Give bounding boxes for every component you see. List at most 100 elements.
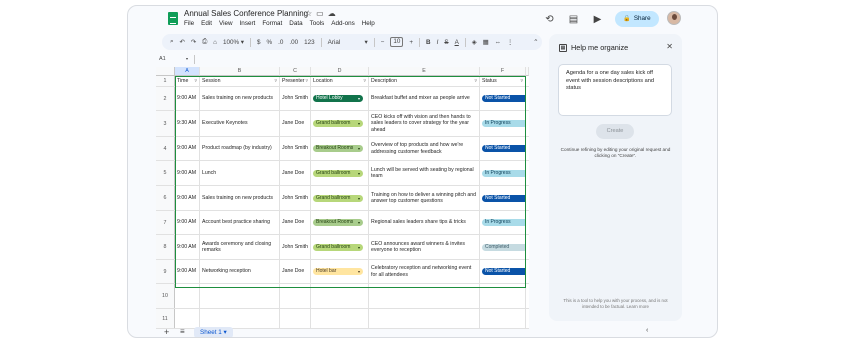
cell-session[interactable]: Awards ceremony and closing remarks	[200, 235, 280, 259]
column-header-b[interactable]: B	[200, 67, 280, 76]
header-cell-location[interactable]: Location ▿	[311, 76, 369, 86]
collapse-panel-icon[interactable]: ‹	[646, 327, 648, 334]
status-chip[interactable]: Not Started▾	[482, 268, 525, 275]
cell-session[interactable]: Product roadmap (by industry)	[200, 137, 280, 160]
cell-location[interactable]: Grand ballroom ▾	[311, 161, 369, 185]
cell-description[interactable]: Training on how to deliver a winning pit…	[369, 186, 480, 210]
cell-presenter[interactable]: John Smith	[280, 87, 311, 110]
cell-description[interactable]: CEO announces award winners & invites ev…	[369, 235, 480, 259]
cell-location[interactable]: Hotel Lobby ▾	[311, 87, 369, 110]
menu-data[interactable]: Data	[289, 20, 302, 27]
cell-presenter[interactable]: Jane Doe	[280, 161, 311, 185]
cell-description[interactable]: Celebratory reception and networking eve…	[369, 260, 480, 283]
number-format-button[interactable]: 123	[304, 39, 315, 46]
menu-format[interactable]: Format	[262, 20, 282, 27]
status-chip[interactable]: Not Started▾	[482, 145, 525, 152]
avatar[interactable]	[667, 11, 681, 25]
cell-location[interactable]: Breakout Rooms ▾	[311, 211, 369, 234]
cell-session[interactable]: Lunch	[200, 161, 280, 185]
cell-time[interactable]: 9:00 AM	[175, 211, 200, 234]
row-number[interactable]: 8	[156, 235, 175, 259]
cell-location[interactable]: Breakout Rooms ▾	[311, 137, 369, 160]
cell-time[interactable]: 9:00 AM	[175, 161, 200, 185]
row-number[interactable]: 7	[156, 211, 175, 234]
print-icon[interactable]: ⎙	[202, 38, 207, 46]
row-number[interactable]: 5	[156, 161, 175, 185]
history-icon[interactable]: ⟲	[543, 13, 556, 26]
share-button[interactable]: 🔒 Share	[615, 11, 659, 27]
cell-description[interactable]: Overview of top products and how we're a…	[369, 137, 480, 160]
cell-time[interactable]: 9:00 AM	[175, 137, 200, 160]
menu-edit[interactable]: Edit	[201, 20, 212, 27]
empty-cell[interactable]	[480, 284, 526, 308]
strikethrough-button[interactable]: S	[444, 39, 448, 46]
cell-status[interactable]: Not Started▾	[480, 87, 526, 110]
cell-description[interactable]: CEO kicks off with vision and then hands…	[369, 111, 480, 136]
status-chip[interactable]: Completed▾	[482, 243, 525, 251]
cell-time[interactable]: 9:00 AM	[175, 260, 200, 283]
zoom-select[interactable]: 100% ▾	[223, 39, 244, 46]
empty-cell[interactable]	[311, 284, 369, 308]
cell-status[interactable]: Not Started▾	[480, 260, 526, 283]
cell-description[interactable]: Breakfast buffet and mixer as people arr…	[369, 87, 480, 110]
cell-time[interactable]: 9:00 AM	[175, 186, 200, 210]
cell-session[interactable]: Sales training on new products	[200, 87, 280, 110]
column-header-e[interactable]: E	[369, 67, 480, 76]
star-icon[interactable]: ☆	[305, 9, 316, 18]
filter-icon[interactable]: ▿	[474, 78, 477, 84]
redo-icon[interactable]: ↷	[191, 39, 196, 46]
create-button[interactable]: Create	[596, 124, 634, 139]
location-chip[interactable]: Breakout Rooms ▾	[313, 219, 363, 226]
status-chip[interactable]: In Progress▾	[482, 120, 525, 127]
status-chip[interactable]: In Progress▾	[482, 219, 525, 226]
sheet-tab[interactable]: Sheet 1 ▾	[194, 327, 233, 337]
header-cell-status[interactable]: Status ▿	[480, 76, 526, 86]
cell-location[interactable]: Grand ballroom ▾	[311, 186, 369, 210]
select-all-corner[interactable]	[156, 67, 175, 76]
row-number[interactable]: 2	[156, 87, 175, 110]
filter-icon[interactable]: ▿	[194, 78, 197, 84]
cell-session[interactable]: Networking reception	[200, 260, 280, 283]
column-header-f[interactable]: F	[480, 67, 526, 76]
location-chip[interactable]: Hotel Lobby ▾	[313, 95, 363, 102]
currency-button[interactable]: $	[257, 39, 261, 46]
name-box-dropdown-icon[interactable]: ▾	[186, 56, 188, 61]
percent-button[interactable]: %	[267, 39, 273, 46]
cell-session[interactable]: Account best practice sharing	[200, 211, 280, 234]
menu-view[interactable]: View	[219, 20, 233, 27]
cell-presenter[interactable]: Jane Doe	[280, 211, 311, 234]
paint-format-icon[interactable]: ⌂	[213, 39, 217, 46]
all-sheets-icon[interactable]: ≡	[180, 326, 185, 337]
location-chip[interactable]: Grand ballroom ▾	[313, 169, 363, 177]
menu-addons[interactable]: Add-ons	[331, 20, 354, 27]
location-chip[interactable]: Breakout Rooms ▾	[313, 145, 363, 152]
bold-button[interactable]: B	[426, 39, 431, 46]
document-title[interactable]: Annual Sales Conference Planning	[184, 9, 308, 18]
close-icon[interactable]: ✕	[666, 42, 673, 51]
increase-decimal-button[interactable]: .00	[289, 39, 298, 46]
location-chip[interactable]: Grand ballroom ▾	[313, 243, 363, 251]
header-cell-presenter[interactable]: Presenter ▿	[280, 76, 311, 86]
cell-description[interactable]: Lunch will be served with seating by reg…	[369, 161, 480, 185]
decrease-decimal-button[interactable]: .0	[278, 39, 283, 46]
empty-cell[interactable]	[175, 284, 200, 308]
undo-icon[interactable]: ↶	[180, 39, 185, 46]
column-header-d[interactable]: D	[311, 67, 369, 76]
font-size-decrease[interactable]: −	[381, 39, 385, 46]
header-cell-description[interactable]: Description ▿	[369, 76, 480, 86]
empty-cell[interactable]	[280, 284, 311, 308]
name-box[interactable]: A1	[159, 56, 166, 62]
meet-icon[interactable]: ▶	[591, 13, 604, 26]
row-number[interactable]: 3	[156, 111, 175, 136]
cell-presenter[interactable]: John Smith	[280, 186, 311, 210]
merge-cells-icon[interactable]: ⇔	[495, 39, 501, 46]
menu-tools[interactable]: Tools	[310, 20, 325, 27]
cell-presenter[interactable]: John Smith	[280, 137, 311, 160]
cell-time[interactable]: 9:00 AM	[175, 235, 200, 259]
add-sheet-icon[interactable]: +	[164, 326, 169, 337]
location-chip[interactable]: Grand ballroom ▾	[313, 120, 363, 127]
cell-location[interactable]: Grand ballroom ▾	[311, 235, 369, 259]
cloud-status-icon[interactable]: ☁	[328, 9, 340, 18]
cell-session[interactable]: Executive Keynotes	[200, 111, 280, 136]
menu-insert[interactable]: Insert	[240, 20, 256, 27]
